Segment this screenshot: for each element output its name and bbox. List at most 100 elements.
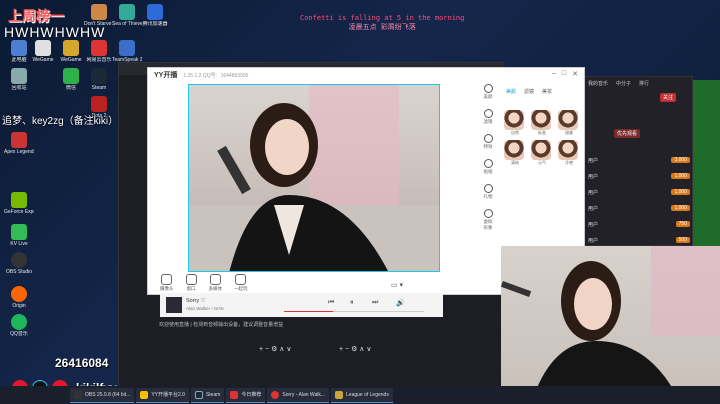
taskbar-item-steam[interactable]: Steam: [190, 387, 225, 403]
close-button[interactable]: ✕: [572, 70, 578, 78]
camera-select[interactable]: ▭ ▾: [391, 281, 403, 289]
watermark-text: HWHWHWHW: [4, 24, 106, 40]
wegame-icon: [35, 40, 51, 56]
desktop-icon-wechat[interactable]: 微信: [56, 68, 86, 91]
taskbar-item-music[interactable]: Sorry - Alan Walk...: [267, 387, 330, 403]
desktop-icon-accelerator[interactable]: 腾讯加速器: [140, 4, 170, 27]
media-source-button[interactable]: 多媒体: [209, 274, 222, 292]
live-icon: [11, 224, 27, 240]
yy-titlebar: YY开播 1.25.1.2 QQ号：1644893905: [148, 68, 584, 82]
desktop: 此电脑 WeGame 网易云音乐 Sea of Thieves 腾讯加速器 回收…: [0, 0, 720, 404]
beauty-tool[interactable]: 美颜: [482, 84, 494, 100]
taskbar-item-news[interactable]: 今日推荐: [226, 387, 266, 403]
gift-tool[interactable]: 礼物: [482, 184, 494, 200]
filter-icon: [483, 109, 493, 118]
game-icon: [11, 132, 27, 148]
chat-tab[interactable]: 中分子: [616, 80, 631, 87]
steam-icon: [91, 68, 107, 84]
face-preset[interactable]: 元气: [531, 140, 553, 166]
desktop-icon-netease-music[interactable]: 网易云音乐: [84, 40, 114, 63]
volume-button[interactable]: 🔊: [396, 299, 405, 307]
prev-button[interactable]: ⏮: [328, 299, 334, 307]
tab-beauty[interactable]: 美颜: [506, 88, 516, 95]
gamepad-icon: [235, 274, 247, 285]
origin-icon: [11, 286, 27, 302]
sticker-tool[interactable]: 贴纸: [482, 159, 494, 175]
filter-tool[interactable]: 滤镜: [482, 109, 494, 125]
obs-source-controls[interactable]: + − ⚙ ∧ ∨: [259, 345, 291, 353]
game-side-rail: [690, 80, 720, 250]
taskbar-item-yy[interactable]: YY开播平台2.0: [136, 387, 189, 403]
source-toolbar: 摄像头 窗口 多媒体 一起玩: [154, 272, 484, 294]
face-preset[interactable]: 甜美: [558, 110, 580, 136]
next-button[interactable]: ⏭: [372, 299, 378, 307]
follow-button[interactable]: 关注: [660, 93, 677, 102]
accelerator-icon: [147, 4, 163, 20]
camera-source-button[interactable]: 摄像头: [160, 274, 174, 292]
minimize-button[interactable]: –: [552, 70, 556, 78]
follower-count: 26416084: [55, 356, 109, 370]
desktop-icon-recycle-bin[interactable]: 回收站: [4, 68, 34, 91]
obs-icon: [74, 390, 82, 399]
desktop-icon-kvlive[interactable]: KV Live: [4, 224, 34, 247]
avatar-icon: [483, 209, 493, 218]
play-pause-button[interactable]: ⏸: [350, 299, 354, 307]
news-icon: [230, 390, 239, 399]
face-preset[interactable]: 清纯: [504, 140, 526, 166]
avatar-tool[interactable]: 虚拟形象: [482, 209, 494, 231]
tab-filter[interactable]: 滤镜: [524, 88, 534, 95]
sticker-icon: [483, 159, 493, 168]
song-title: Sorry ♡: [186, 298, 206, 304]
face-preset[interactable]: 标准: [531, 110, 553, 136]
chat-tab[interactable]: 排行: [639, 80, 649, 87]
face-preset[interactable]: 冷艳: [558, 140, 580, 166]
window-source-button[interactable]: 窗口: [185, 274, 197, 292]
desktop-icon-sea-of-thieves[interactable]: Sea of Thieves: [112, 4, 142, 27]
song-lyrics-overlay: Confetti is falling at 5 in the morning …: [300, 14, 464, 32]
tab-makeup[interactable]: 美妆: [542, 88, 552, 95]
chat-tab[interactable]: 我的音乐: [588, 80, 608, 87]
lyrics-line-2: 凌晨五点 彩屑纷飞落: [348, 23, 416, 31]
maximize-button[interactable]: □: [562, 70, 566, 78]
recycle-bin-icon: [11, 68, 27, 84]
desktop-icon-obs[interactable]: OBS Studio: [4, 252, 34, 275]
effects-sidebar: 美颜 滤镜 特效 贴纸 礼物 虚拟形象: [482, 84, 498, 230]
effect-tool[interactable]: 特效: [482, 134, 494, 150]
game-icon: [119, 4, 135, 20]
desktop-icon-wegame-2[interactable]: WeGame: [56, 40, 86, 63]
progress-bar[interactable]: [284, 311, 424, 312]
camera-preview: [188, 84, 440, 272]
list-item: 用户 500: [588, 235, 690, 245]
list-item: 用户 1,000: [588, 187, 690, 197]
face-tabs: 美颜 滤镜 美妆: [506, 88, 552, 95]
list-item: 用户 1,000: [588, 203, 690, 213]
taskbar-item-obs[interactable]: OBS 25.0.8 (64 bit...: [70, 387, 135, 403]
song-artist: Alan Walker / ISÁK: [186, 306, 225, 311]
desktop-icon-wegame[interactable]: WeGame: [28, 40, 58, 63]
computer-icon: [11, 40, 27, 56]
chat-tabs: 我的音乐 中分子 排行: [584, 77, 692, 90]
desktop-icon-geforce[interactable]: GeForce Experience: [4, 192, 34, 215]
desktop-icon-steam[interactable]: Steam: [84, 68, 114, 91]
face-preset[interactable]: 自然: [504, 110, 526, 136]
yy-version: 1.25.1.2 QQ号：1644893905: [183, 72, 249, 79]
webcam-image: [501, 246, 720, 404]
webcam-overlay: [501, 246, 720, 404]
league-icon: [335, 390, 344, 399]
list-item: 用户 3,000: [588, 155, 690, 165]
window-controls: – □ ✕: [552, 70, 578, 78]
music-icon: [91, 40, 107, 56]
desktop-icon-origin[interactable]: Origin: [4, 286, 34, 309]
play-together-button[interactable]: 一起玩: [234, 274, 248, 292]
face-presets: 自然 标准 甜美 清纯 元气 冷艳: [504, 110, 582, 166]
qq-music-icon: [11, 314, 27, 330]
desktop-icon-apex[interactable]: Apex Legends: [4, 132, 34, 155]
wegame-icon: [63, 40, 79, 56]
obs-scene-controls[interactable]: + − ⚙ ∧ ∨: [339, 345, 371, 353]
subscriber-note: 追梦、key2zg（备注kiki）: [2, 116, 119, 127]
chat-panel: 我的音乐 中分子 排行 关注 优先观看 用户 3,000 用户 1,000 用户 1,…: [583, 76, 693, 246]
desktop-icon-qqmusic[interactable]: QQ音乐: [4, 314, 34, 337]
filter-button[interactable]: 优先观看: [614, 129, 641, 138]
taskbar-item-league[interactable]: League of Legends: [331, 387, 393, 403]
desktop-icon-teamspeak[interactable]: TeamSpeak 3 Client: [112, 40, 142, 63]
